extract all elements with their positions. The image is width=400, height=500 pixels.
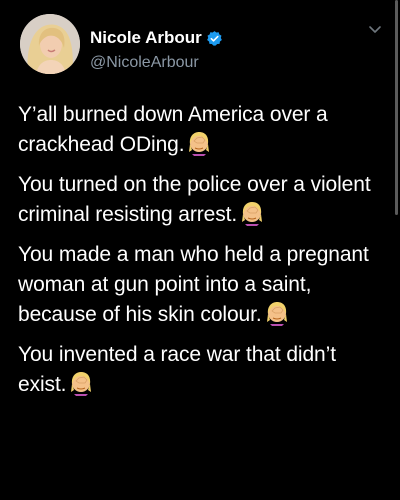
tweet-paragraph-text: You invented a race war that didn’t exis…	[18, 343, 336, 396]
tweet-body: Y’all burned down America over a crackhe…	[18, 100, 386, 410]
avatar[interactable]	[20, 14, 80, 74]
chevron-down-icon[interactable]	[368, 22, 382, 36]
tweet-header: Nicole Arbour @NicoleArbour	[16, 14, 386, 78]
name-row: Nicole Arbour	[90, 28, 223, 48]
scrollbar[interactable]	[395, 0, 398, 215]
tweet-paragraph: You turned on the police over a violent …	[18, 170, 386, 230]
tweet-paragraph-text: Y’all burned down America over a crackhe…	[18, 103, 328, 156]
display-name[interactable]: Nicole Arbour	[90, 28, 202, 48]
tweet: Nicole Arbour @NicoleArbour Y’all burned…	[0, 0, 400, 500]
woman-facepalming-icon	[68, 370, 94, 396]
woman-facepalming-icon	[186, 130, 212, 156]
tweet-paragraph-text: You made a man who held a pregnant woman…	[18, 243, 369, 326]
tweet-paragraph: You made a man who held a pregnant woman…	[18, 240, 386, 330]
tweet-paragraph: You invented a race war that didn’t exis…	[18, 340, 386, 400]
woman-facepalming-icon	[264, 300, 290, 326]
tweet-paragraph-text: You turned on the police over a violent …	[18, 173, 371, 226]
handle[interactable]: @NicoleArbour	[90, 54, 199, 72]
verified-badge-icon	[206, 30, 223, 47]
tweet-paragraph: Y’all burned down America over a crackhe…	[18, 100, 386, 160]
woman-facepalming-icon	[239, 200, 265, 226]
